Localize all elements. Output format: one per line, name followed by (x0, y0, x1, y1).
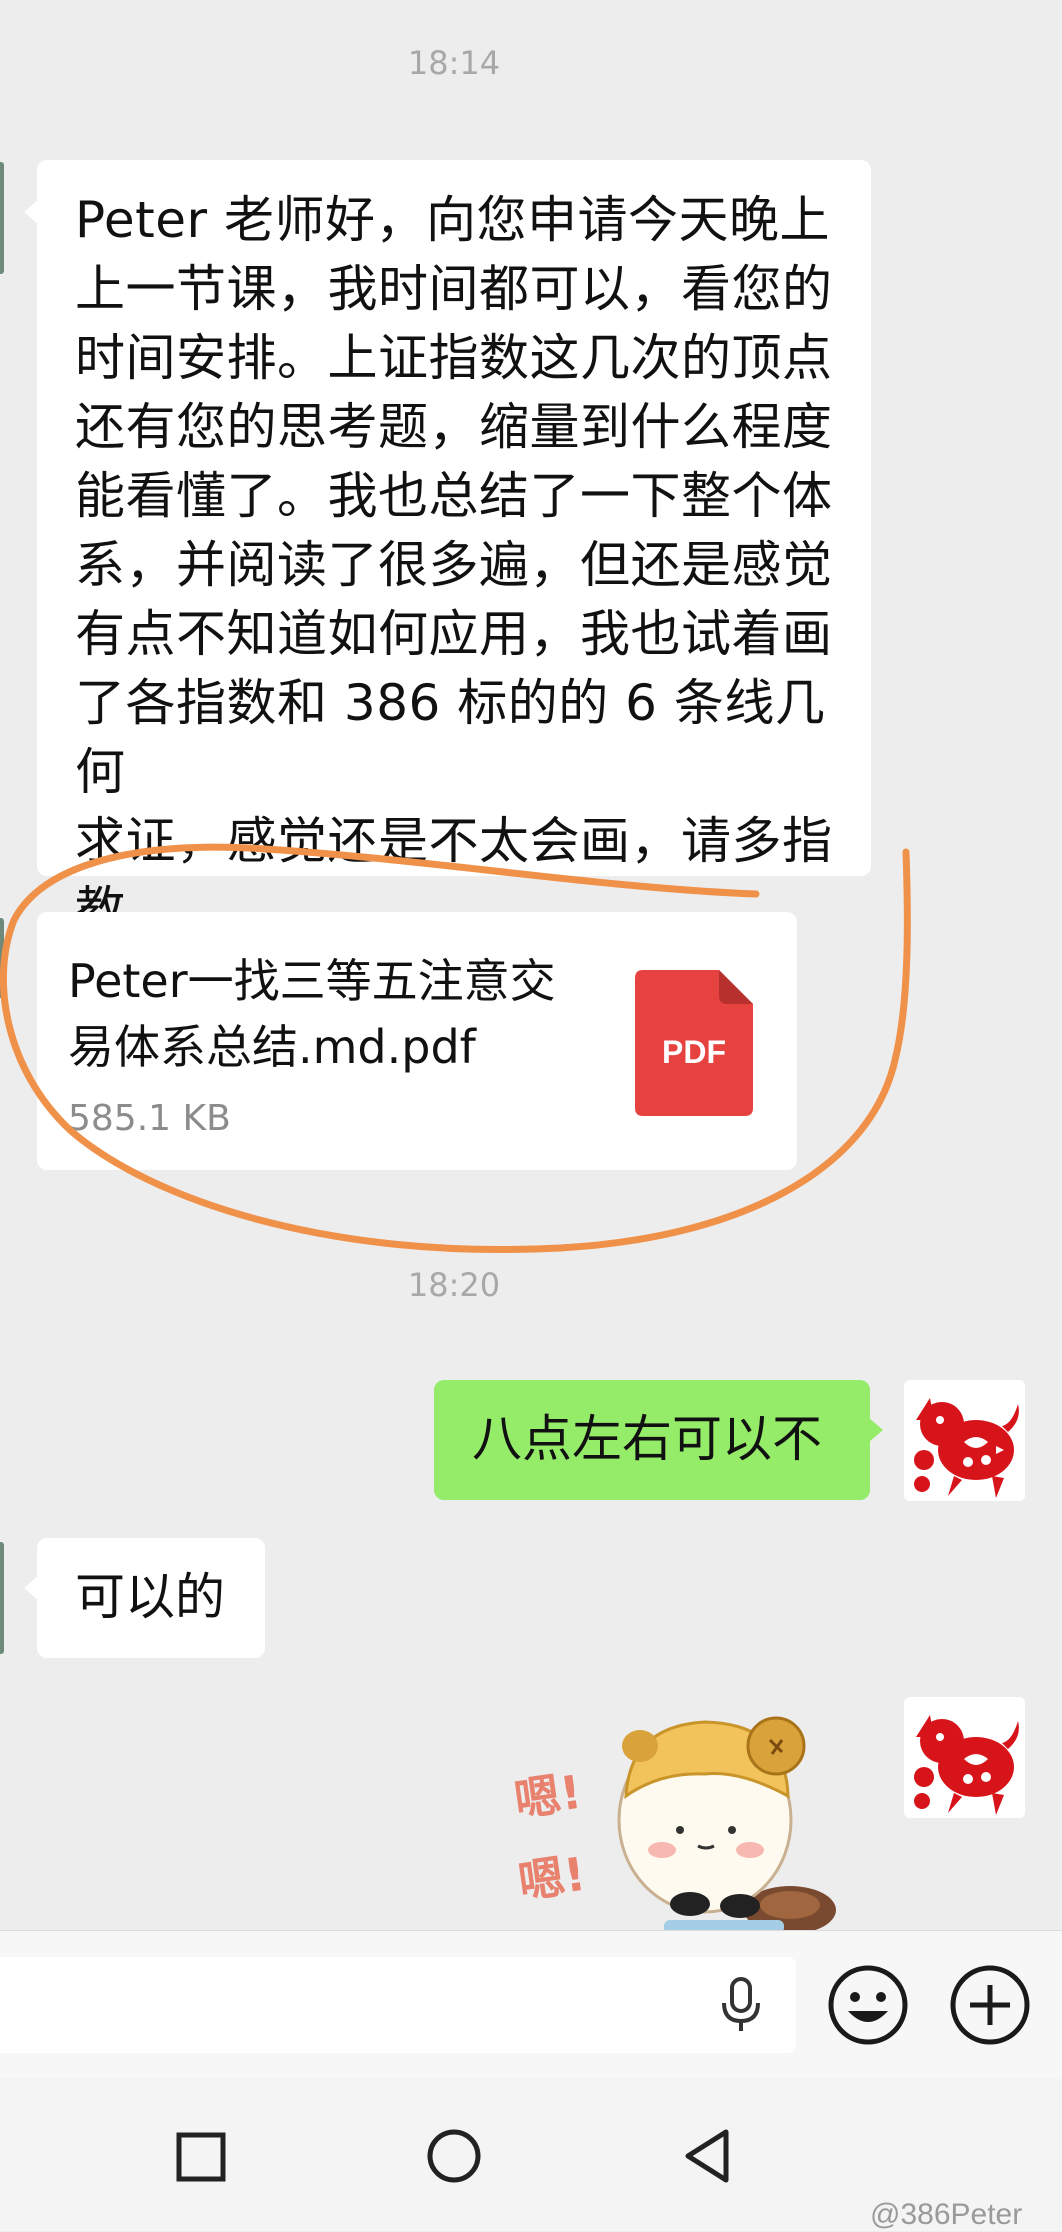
cartoon-sticker-icon (617, 1716, 836, 1932)
message-text: 八点左右可以不 (472, 1410, 822, 1468)
sticker-text: 嗯! (514, 1846, 589, 1910)
message-bubble[interactable]: Peter 老师好，向您申请今天晚上 上一节课，我时间都可以，看您的 时间安排。… (24, 160, 871, 939)
sticker-image[interactable]: 嗯! 嗯! (500, 1700, 880, 1932)
message-bubble[interactable]: 可以的 (24, 1538, 265, 1658)
plus-icon[interactable] (948, 1963, 1032, 2047)
message-text: 可以的 (75, 1568, 225, 1626)
home-icon[interactable] (426, 2128, 482, 2184)
contact-avatar[interactable] (0, 1542, 4, 1654)
chat-input-bar (0, 1930, 1062, 2079)
contact-avatar[interactable] (0, 162, 4, 274)
watermark: @386Peter (870, 2198, 1023, 2231)
system-navigation-bar: @386Peter (0, 2078, 1062, 2231)
papercut-avatar-icon (904, 1380, 1025, 1501)
timestamp: 18:14 (407, 44, 501, 82)
back-icon[interactable] (682, 2128, 732, 2184)
annotation-circle (0, 843, 911, 1254)
microphone-icon[interactable] (718, 1975, 764, 2035)
timestamp: 18:20 (407, 1266, 501, 1304)
sticker-text: 嗯! (510, 1764, 585, 1828)
emoji-icon[interactable] (826, 1963, 910, 2047)
papercut-avatar-icon (904, 1697, 1025, 1818)
message-input[interactable] (0, 1957, 796, 2053)
bubble-tail (24, 200, 38, 224)
message-bubble-sent[interactable]: 八点左右可以不 (434, 1380, 883, 1500)
my-avatar[interactable] (904, 1697, 1025, 1818)
recent-apps-icon[interactable] (176, 2132, 226, 2182)
bubble-tail (869, 1418, 883, 1442)
bubble-tail (24, 1576, 38, 1600)
my-avatar[interactable] (904, 1380, 1025, 1501)
